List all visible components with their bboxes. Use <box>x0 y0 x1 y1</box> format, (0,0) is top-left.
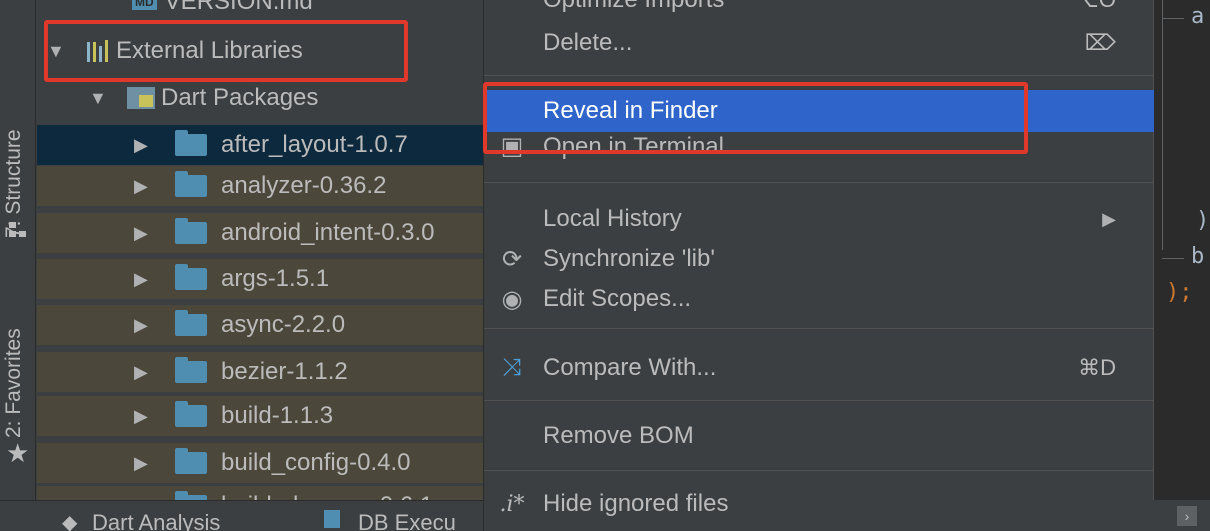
code-editor[interactable]: a ) b ); <box>1153 0 1210 500</box>
submenu-arrow-icon: ▶ <box>1102 208 1116 229</box>
tree-label: analyzer-0.36.2 <box>221 172 387 199</box>
structure-icon <box>9 222 27 238</box>
menu-item-label: Hide ignored files <box>543 490 729 517</box>
indent-guide <box>1162 18 1184 19</box>
menu-item-compare-with[interactable]: ⤨ Compare With... ⌘D <box>484 347 1154 389</box>
menu-item-delete[interactable]: Delete... ⌦ <box>484 22 1154 64</box>
compare-icon: ⤨ <box>502 354 522 381</box>
synchronize-icon: ⟳ <box>501 245 523 273</box>
menu-item-synchronize[interactable]: ⟳ Synchronize 'lib' <box>484 238 1154 280</box>
menu-item-shortcut: ^⌥O <box>1063 0 1116 13</box>
favorites-tab[interactable]: 2: Favorites <box>2 328 26 438</box>
menu-separator <box>484 182 1154 183</box>
tree-row-package[interactable]: ▶ after_layout-1.0.7 <box>37 125 484 165</box>
code-line: ); <box>1166 280 1193 305</box>
menu-separator <box>484 75 1154 76</box>
tree-label: VERSION.md <box>164 0 313 15</box>
tree-row-package[interactable]: ▶ android_intent-0.3.0 <box>37 213 484 253</box>
code-line: ) <box>1196 208 1210 233</box>
indent-guide <box>1162 0 1163 250</box>
tree-row-version-md[interactable]: MD VERSION.md <box>37 0 484 22</box>
tree-label: build_daemon-0.6.1 <box>221 492 433 500</box>
menu-item-label: Optimize Imports <box>543 0 724 14</box>
dart-analysis-icon: ◆ <box>62 512 78 531</box>
menu-item-edit-scopes[interactable]: ◉ Edit Scopes... <box>484 278 1154 320</box>
tree-label: async-2.2.0 <box>221 311 346 338</box>
menu-item-optimize-imports[interactable]: Optimize Imports ^⌥O <box>484 0 1154 21</box>
editor-bottom: › <box>1153 500 1210 531</box>
folder-icon <box>175 401 207 427</box>
menu-item-label: Delete... <box>543 29 633 56</box>
scopes-icon: ◉ <box>501 285 523 313</box>
folder-icon <box>175 310 207 336</box>
menu-item-label: Compare With... <box>543 354 717 381</box>
folder-icon <box>175 218 207 244</box>
chevron-right-icon[interactable]: ▶ <box>134 223 156 244</box>
chevron-right-icon[interactable]: ▶ <box>134 406 156 427</box>
tree-row-package[interactable]: ▶ args-1.5.1 <box>37 259 484 299</box>
dart-analysis-tab[interactable]: Dart Analysis <box>92 510 220 531</box>
context-menu: Optimize Imports ^⌥O Delete... ⌦ Reveal … <box>483 0 1154 531</box>
markdown-file-icon: MD <box>132 0 157 10</box>
folder-icon <box>175 130 207 156</box>
tool-window-strip: 7: Structure 2: Favorites ★ <box>0 0 36 531</box>
menu-item-shortcut: ⌘D <box>1078 355 1116 380</box>
code-line: b <box>1191 244 1205 269</box>
tree-label: Dart Packages <box>161 84 319 111</box>
tree-label: build-1.1.3 <box>221 402 334 429</box>
tree-row-package[interactable]: ▶ analyzer-0.36.2 <box>37 166 484 206</box>
folder-icon <box>175 264 207 290</box>
chevron-right-icon[interactable]: ▶ <box>134 135 156 156</box>
tree-label: build_config-0.4.0 <box>221 449 411 476</box>
folder-icon <box>175 171 207 197</box>
chevron-right-icon[interactable]: ▶ <box>134 362 156 383</box>
tree-row-package[interactable]: ▶ build_daemon-0.6.1 <box>37 486 484 500</box>
menu-item-remove-bom[interactable]: Remove BOM <box>484 415 1154 457</box>
tree-row-package[interactable]: ▶ build_config-0.4.0 <box>37 443 484 483</box>
tree-row-package[interactable]: ▶ build-1.1.3 <box>37 396 484 436</box>
menu-item-label: Local History <box>543 205 682 232</box>
tree-row-dart-packages[interactable]: ▼ Dart Packages <box>37 78 484 118</box>
star-icon: ★ <box>6 438 30 468</box>
tree-label: android_intent-0.3.0 <box>221 219 435 246</box>
menu-separator <box>484 328 1154 329</box>
chevron-right-icon[interactable]: ▶ <box>134 176 156 197</box>
expand-icon[interactable]: › <box>1177 506 1197 526</box>
packages-folder-icon <box>127 87 155 109</box>
tree-label: after_layout-1.0.7 <box>221 131 408 158</box>
menu-item-hide-ignored-files[interactable]: .i* Hide ignored files <box>484 483 1154 525</box>
chevron-right-icon[interactable]: ▶ <box>134 269 156 290</box>
tree-label: args-1.5.1 <box>221 265 330 292</box>
folder-icon <box>175 357 207 383</box>
menu-separator <box>484 470 1154 471</box>
annotation-box-external-libraries <box>44 20 408 82</box>
code-line: a <box>1191 4 1205 29</box>
folder-icon <box>175 448 207 474</box>
chevron-down-icon[interactable]: ▼ <box>89 88 111 109</box>
db-execute-icon <box>324 510 340 528</box>
annotation-box-reveal-in-finder <box>483 82 1028 154</box>
menu-separator <box>484 400 1154 401</box>
indent-guide <box>1162 258 1184 259</box>
delete-key-icon: ⌦ <box>1084 30 1116 55</box>
tree-label: bezier-1.1.2 <box>221 358 348 385</box>
menu-item-label: Edit Scopes... <box>543 285 692 312</box>
menu-item-label: Remove BOM <box>543 422 694 449</box>
chevron-right-icon[interactable]: ▶ <box>134 453 156 474</box>
tree-row-package[interactable]: ▶ async-2.2.0 <box>37 305 484 345</box>
db-execute-tab[interactable]: DB Execu <box>358 510 456 531</box>
chevron-right-icon[interactable]: ▶ <box>134 315 156 336</box>
tree-row-package[interactable]: ▶ bezier-1.1.2 <box>37 352 484 392</box>
menu-item-label: Synchronize 'lib' <box>543 245 715 272</box>
menu-item-local-history[interactable]: Local History ▶ <box>484 198 1154 240</box>
ignored-files-icon: .i* <box>499 491 525 517</box>
